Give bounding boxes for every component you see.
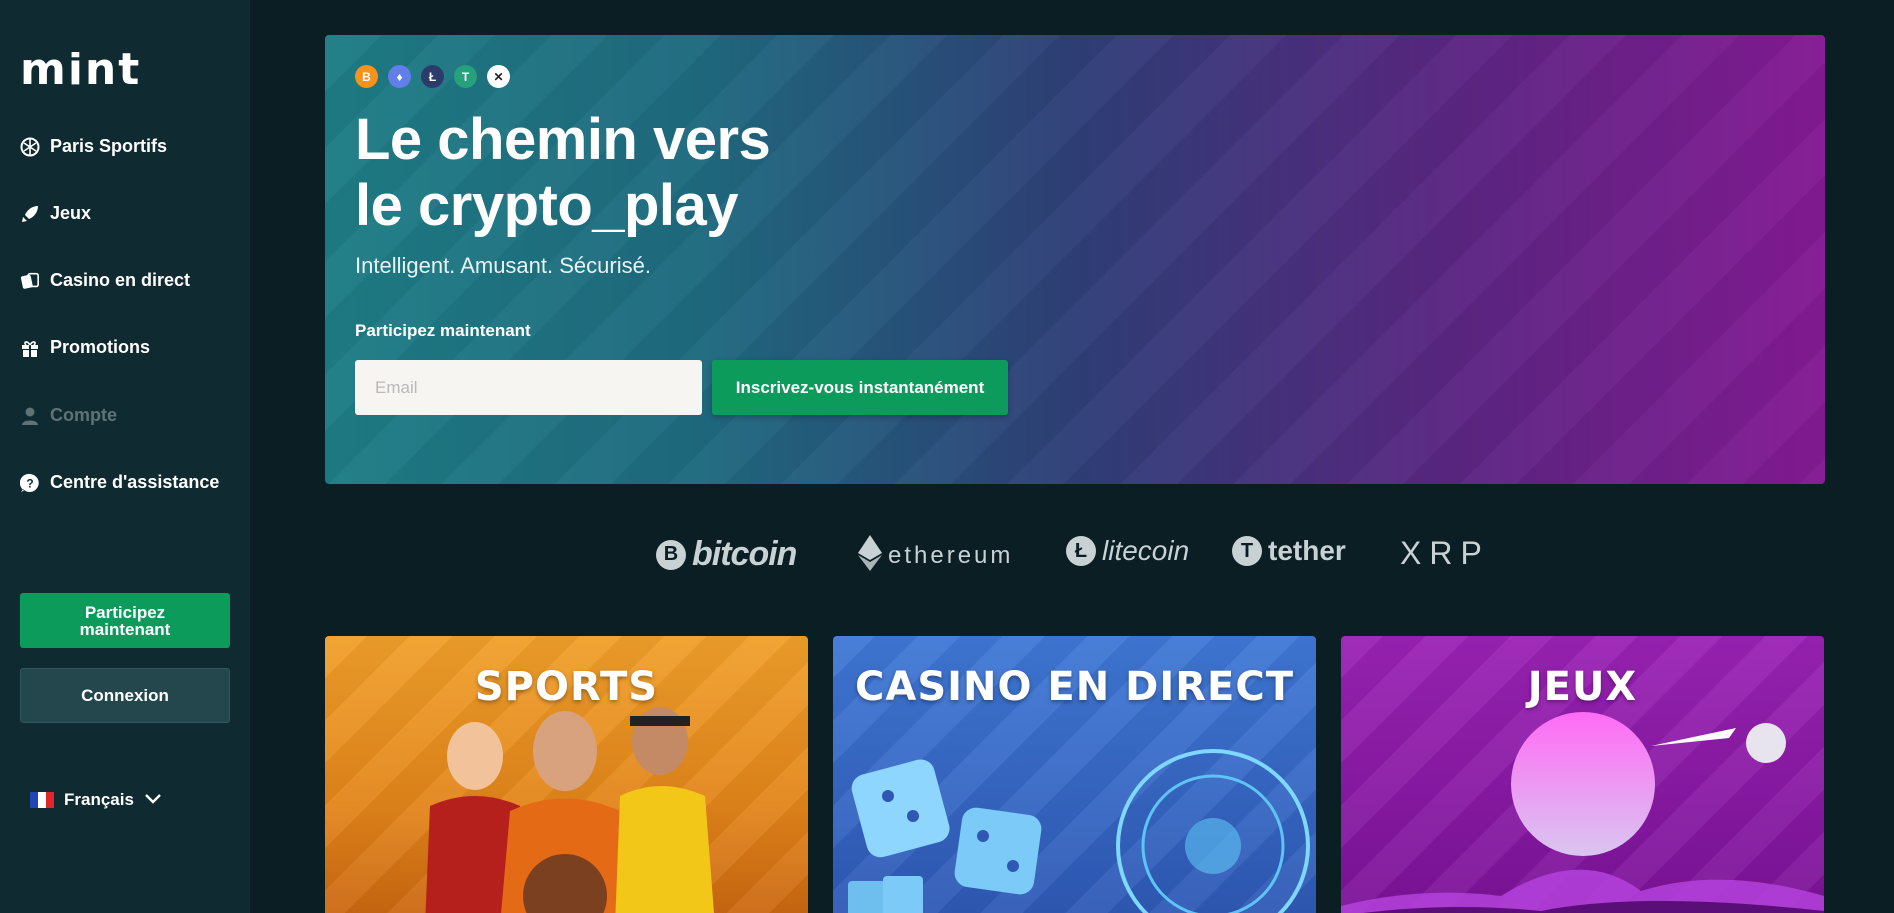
sports-ball-icon bbox=[20, 137, 40, 157]
sidebar-item-label: Compte bbox=[50, 405, 117, 425]
rocket-icon bbox=[20, 204, 40, 224]
hero-subtitle: Intelligent. Amusant. Sécurisé. bbox=[355, 253, 651, 278]
bitcoin-icon: B bbox=[355, 65, 378, 88]
hero-title-line: le crypto_play bbox=[355, 173, 739, 238]
signup-button[interactable]: Inscrivez-vous instantanément bbox=[712, 360, 1008, 415]
tether-logo: T tether bbox=[1232, 535, 1346, 567]
user-icon bbox=[20, 406, 40, 426]
sidebar-item-jeux[interactable]: Jeux bbox=[20, 203, 91, 224]
coin-icons: B ♦ Ł T ✕ bbox=[355, 65, 510, 88]
hero-cta-label: Participez maintenant bbox=[355, 321, 531, 340]
category-card-sports[interactable]: SPORTS bbox=[325, 636, 808, 913]
crypto-name: bitcoin bbox=[692, 535, 797, 573]
sidebar-item-label: Promotions bbox=[50, 337, 151, 357]
join-button[interactable]: Participez maintenant bbox=[20, 593, 230, 648]
ethereum-icon bbox=[858, 535, 882, 576]
crypto-logos: B bitcoin ethereum Ł litecoin T tether X… bbox=[0, 535, 1894, 575]
logo-text: mint bbox=[20, 52, 141, 90]
sidebar-item-centre-assistance[interactable]: ? Centre d'assistance bbox=[20, 472, 219, 493]
crypto-name: litecoin bbox=[1102, 535, 1190, 566]
crypto-name: tether bbox=[1268, 535, 1346, 566]
language-selector[interactable]: Français bbox=[30, 790, 162, 810]
bitcoin-logo: B bitcoin bbox=[656, 535, 797, 574]
xrp-logo: XRP bbox=[1400, 535, 1490, 572]
sidebar-item-label: Jeux bbox=[50, 203, 92, 223]
mint-logo[interactable]: mint bbox=[20, 44, 178, 95]
hero-title: Le chemin vers le crypto_play bbox=[355, 107, 771, 239]
gift-icon bbox=[20, 338, 40, 358]
chevron-down-icon bbox=[144, 790, 162, 810]
card-title: CASINO EN DIRECT bbox=[855, 664, 1294, 710]
ethereum-icon: ♦ bbox=[388, 65, 411, 88]
crypto-name: ethereum bbox=[888, 541, 1014, 569]
tether-icon: T bbox=[1232, 536, 1262, 566]
crypto-name: XRP bbox=[1400, 535, 1490, 571]
sports-players-illustration bbox=[425, 707, 714, 913]
bitcoin-icon: B bbox=[656, 539, 686, 570]
hero-banner: B ♦ Ł T ✕ Le chemin vers le crypto_play … bbox=[325, 35, 1825, 484]
sidebar-item-promotions[interactable]: Promotions bbox=[20, 337, 150, 358]
litecoin-icon: Ł bbox=[1066, 536, 1096, 566]
sidebar-item-label: Centre d'assistance bbox=[50, 472, 220, 492]
category-card-casino-en-direct[interactable]: CASINO EN DIRECT bbox=[833, 636, 1316, 913]
card-title: JEUX bbox=[1527, 664, 1638, 710]
xrp-icon: ✕ bbox=[487, 65, 510, 88]
sidebar-item-casino-en-direct[interactable]: Casino en direct bbox=[20, 270, 190, 291]
language-label: Français bbox=[64, 790, 134, 809]
login-button[interactable]: Connexion bbox=[20, 668, 230, 723]
email-input[interactable] bbox=[355, 360, 702, 415]
card-title: SPORTS bbox=[474, 664, 659, 710]
category-card-jeux[interactable]: JEUX bbox=[1341, 636, 1824, 913]
sidebar-item-paris-sportifs[interactable]: Paris Sportifs bbox=[20, 136, 167, 157]
sidebar-item-compte[interactable]: Compte bbox=[20, 405, 117, 426]
hero-title-line: Le chemin vers bbox=[355, 107, 771, 172]
france-flag-icon bbox=[30, 792, 54, 808]
sidebar-item-label: Casino en direct bbox=[50, 270, 191, 290]
tether-icon: T bbox=[454, 65, 477, 88]
ethereum-logo: ethereum bbox=[858, 535, 1013, 576]
cards-icon bbox=[20, 271, 40, 291]
dice-roulette-illustration bbox=[848, 749, 1310, 913]
sidebar-item-label: Paris Sportifs bbox=[50, 136, 168, 156]
planet-rocket-illustration bbox=[1341, 712, 1824, 913]
litecoin-icon: Ł bbox=[421, 65, 444, 88]
svg-text:?: ? bbox=[26, 476, 33, 490]
sidebar: mint Paris Sportifs Jeux Casino en direc… bbox=[0, 0, 250, 913]
litecoin-logo: Ł litecoin bbox=[1066, 535, 1189, 567]
help-icon: ? bbox=[20, 473, 40, 493]
